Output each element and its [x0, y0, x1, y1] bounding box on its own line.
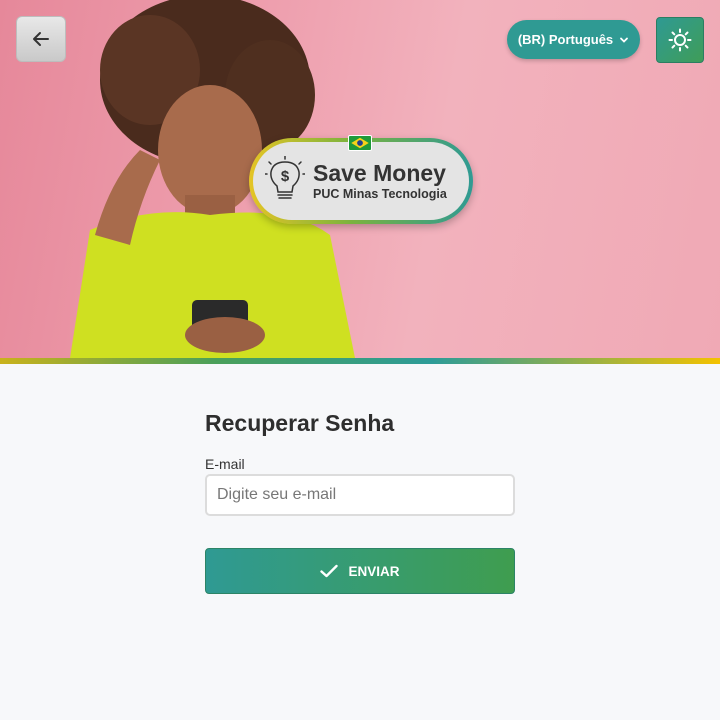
page-title: Recuperar Senha	[205, 410, 395, 436]
submit-button[interactable]: ENVIAR	[205, 548, 515, 594]
email-field[interactable]	[205, 474, 515, 516]
sun-icon	[668, 28, 692, 52]
language-selector[interactable]: (BR) Português	[507, 20, 640, 59]
submit-label: ENVIAR	[348, 563, 400, 579]
language-label: (BR) Português	[517, 32, 614, 47]
brazil-flag-icon	[348, 135, 372, 151]
email-label: E-mail	[205, 456, 245, 472]
svg-text:$: $	[281, 168, 290, 185]
app-title: Save Money	[313, 160, 446, 186]
lightbulb-dollar-icon: $	[265, 156, 305, 199]
chevron-down-icon	[620, 37, 629, 43]
hero-banner: (BR) Português $ Save Money PUC Minas Te…	[0, 0, 720, 358]
back-button[interactable]	[16, 16, 66, 62]
theme-toggle-button[interactable]	[656, 17, 704, 63]
arrow-left-icon	[33, 32, 49, 46]
app-subtitle: PUC Minas Tecnologia	[313, 187, 447, 201]
check-icon	[320, 564, 339, 578]
hero-divider	[0, 358, 720, 364]
